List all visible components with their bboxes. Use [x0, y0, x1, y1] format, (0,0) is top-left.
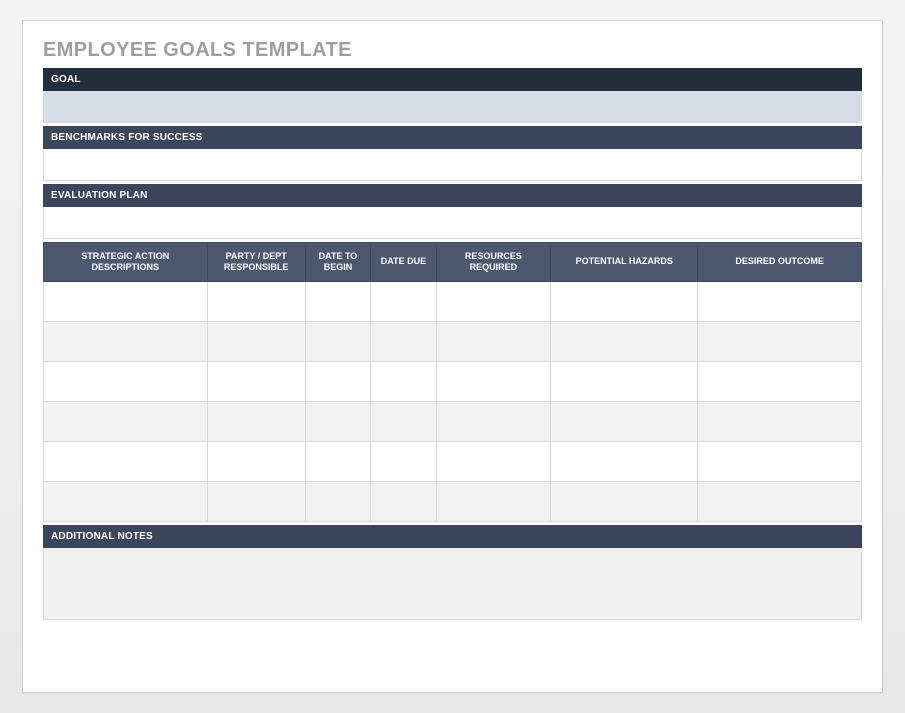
cell-party[interactable]: [207, 281, 305, 321]
table-row: [44, 361, 862, 401]
cell-desc[interactable]: [44, 441, 208, 481]
cell-party[interactable]: [207, 441, 305, 481]
cell-begin[interactable]: [305, 401, 370, 441]
cell-resources[interactable]: [436, 281, 551, 321]
cell-party[interactable]: [207, 401, 305, 441]
cell-resources[interactable]: [436, 401, 551, 441]
cell-outcome[interactable]: [698, 361, 862, 401]
cell-due[interactable]: [371, 441, 436, 481]
table-row: [44, 281, 862, 321]
cell-hazards[interactable]: [551, 281, 698, 321]
cell-hazards[interactable]: [551, 401, 698, 441]
cell-resources[interactable]: [436, 321, 551, 361]
evaluation-input[interactable]: [43, 207, 862, 239]
cell-outcome[interactable]: [698, 401, 862, 441]
col-header-begin: DATE TO BEGIN: [305, 243, 370, 282]
cell-party[interactable]: [207, 321, 305, 361]
table-row: [44, 401, 862, 441]
cell-desc[interactable]: [44, 361, 208, 401]
cell-resources[interactable]: [436, 361, 551, 401]
cell-hazards[interactable]: [551, 481, 698, 521]
cell-hazards[interactable]: [551, 321, 698, 361]
goal-input[interactable]: [43, 91, 862, 123]
cell-party[interactable]: [207, 481, 305, 521]
cell-hazards[interactable]: [551, 361, 698, 401]
cell-desc[interactable]: [44, 281, 208, 321]
col-header-resources: RESOURCES REQUIRED: [436, 243, 551, 282]
col-header-desc: STRATEGIC ACTION DESCRIPTIONS: [44, 243, 208, 282]
table-row: [44, 481, 862, 521]
cell-resources[interactable]: [436, 441, 551, 481]
col-header-hazards: POTENTIAL HAZARDS: [551, 243, 698, 282]
table-row: [44, 441, 862, 481]
cell-begin[interactable]: [305, 361, 370, 401]
cell-desc[interactable]: [44, 321, 208, 361]
section-header-goal: GOAL: [43, 68, 862, 91]
notes-input[interactable]: [43, 548, 862, 620]
cell-begin[interactable]: [305, 441, 370, 481]
cell-resources[interactable]: [436, 481, 551, 521]
col-header-due: DATE DUE: [371, 243, 436, 282]
cell-due[interactable]: [371, 481, 436, 521]
cell-hazards[interactable]: [551, 441, 698, 481]
cell-desc[interactable]: [44, 481, 208, 521]
section-header-evaluation: EVALUATION PLAN: [43, 184, 862, 207]
section-header-notes: ADDITIONAL NOTES: [43, 525, 862, 548]
col-header-outcome: DESIRED OUTCOME: [698, 243, 862, 282]
cell-begin[interactable]: [305, 481, 370, 521]
cell-begin[interactable]: [305, 321, 370, 361]
cell-due[interactable]: [371, 401, 436, 441]
cell-outcome[interactable]: [698, 441, 862, 481]
action-table-body: [44, 281, 862, 521]
page-title: EMPLOYEE GOALS TEMPLATE: [43, 39, 862, 62]
cell-due[interactable]: [371, 281, 436, 321]
cell-party[interactable]: [207, 361, 305, 401]
cell-desc[interactable]: [44, 401, 208, 441]
section-header-benchmarks: BENCHMARKS FOR SUCCESS: [43, 126, 862, 149]
cell-outcome[interactable]: [698, 481, 862, 521]
cell-outcome[interactable]: [698, 281, 862, 321]
cell-due[interactable]: [371, 361, 436, 401]
cell-due[interactable]: [371, 321, 436, 361]
action-table: STRATEGIC ACTION DESCRIPTIONS PARTY / DE…: [43, 242, 862, 522]
cell-begin[interactable]: [305, 281, 370, 321]
table-row: [44, 321, 862, 361]
benchmarks-input[interactable]: [43, 149, 862, 181]
template-sheet: EMPLOYEE GOALS TEMPLATE GOAL BENCHMARKS …: [22, 20, 883, 693]
cell-outcome[interactable]: [698, 321, 862, 361]
col-header-party: PARTY / DEPT RESPONSIBLE: [207, 243, 305, 282]
